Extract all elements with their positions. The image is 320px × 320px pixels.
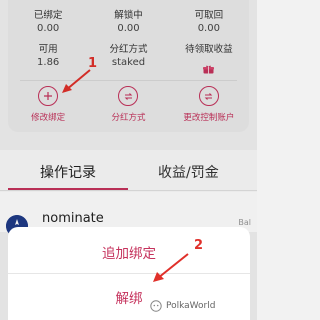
watermark: PolkaWorld	[150, 300, 215, 312]
sheet-divider	[8, 273, 250, 274]
watermark-text: PolkaWorld	[166, 301, 216, 311]
wechat-icon	[150, 300, 162, 312]
annotation-arrow-icon	[153, 253, 189, 282]
annotation-number-2: 2	[194, 238, 204, 253]
add-bond-button[interactable]: 追加绑定	[8, 242, 250, 262]
